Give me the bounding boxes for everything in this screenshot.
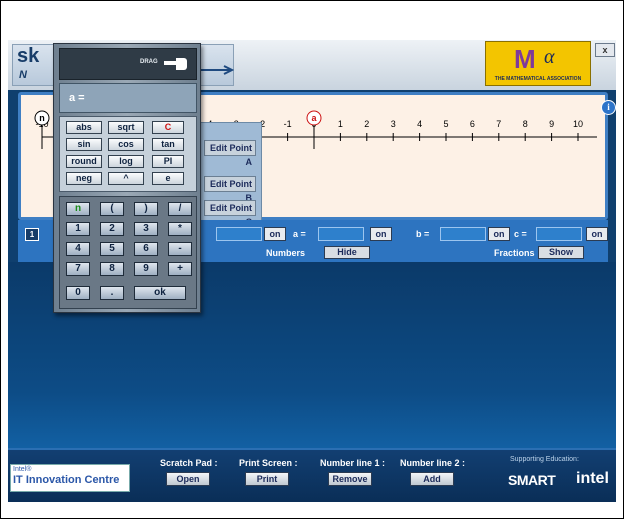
calc-key-4[interactable]: 4 [66,242,90,256]
point-field[interactable] [216,227,262,241]
tick-label: 3 [391,119,396,129]
calc-key-abs[interactable]: abs [66,121,102,134]
smart-logo: SMART [508,472,556,488]
logo-text: sk [17,45,40,67]
calc-key-6[interactable]: 6 [134,242,158,256]
calc-key-e[interactable]: e [152,172,184,185]
on-button-a[interactable]: on [370,227,392,241]
calc-key-close-paren[interactable]: ) [134,202,158,216]
print-button[interactable]: Print [245,472,289,486]
calc-key-2[interactable]: 2 [100,222,124,236]
calc-key-8[interactable]: 8 [100,262,124,276]
calc-key-open-paren[interactable]: ( [100,202,124,216]
calculator-display: a = [59,83,197,113]
calc-key-log[interactable]: log [108,155,144,168]
footer-bar: Intel® IT Innovation Centre Scratch Pad … [8,448,616,502]
number-keypad: n () / 1 2 3 * 4 5 6- 7 8 9 +0. ok [59,196,197,309]
intel-big-text: IT Innovation Centre [13,474,120,486]
calc-key-multiply[interactable]: * [168,222,192,236]
on-button-b[interactable]: on [488,227,510,241]
calc-key-7[interactable]: 7 [66,262,90,276]
tick-label: 9 [549,119,554,129]
add-number-line-button[interactable]: Add [410,472,454,486]
calc-key-[interactable]: ^ [108,172,144,185]
calc-key-cos[interactable]: cos [108,138,144,151]
show-fractions-button[interactable]: Show [538,246,584,259]
tick-label: 8 [523,119,528,129]
mathematical-association-logo: M α THE MATHEMATICAL ASSOCIATION [485,41,591,86]
calc-key-0[interactable]: 0 [66,286,90,300]
calc-key-sqrt[interactable]: sqrt [108,121,144,134]
tick-label: 10 [573,119,583,129]
edit-point-a-button[interactable]: Edit Point A [204,140,256,167]
marker-n-label: n [39,113,45,123]
edit-point-b-button[interactable]: Edit Point B [204,176,256,203]
number-line-1-label: Number line 1 : [320,458,386,468]
ma-caption: THE MATHEMATICAL ASSOCIATION [494,76,582,82]
a-label: a = [293,229,306,239]
scratch-pad-open-button[interactable]: Open [166,472,210,486]
calc-key-3[interactable]: 3 [134,222,158,236]
calc-key-decimal[interactable]: . [100,286,124,300]
close-button[interactable]: x [595,43,615,57]
c-value-field[interactable] [536,227,582,241]
intel-it-innovation-logo: Intel® IT Innovation Centre [10,464,130,492]
calc-key-divide[interactable]: / [168,202,192,216]
calc-key-round[interactable]: round [66,155,102,168]
on-button-c[interactable]: on [586,227,608,241]
tick-label: 4 [417,119,422,129]
calc-key-tan[interactable]: tan [152,138,184,151]
tick-label: 1 [338,119,343,129]
calc-key-5[interactable]: 5 [100,242,124,256]
b-value-field[interactable] [440,227,486,241]
calc-key-sin[interactable]: sin [66,138,102,151]
number-line-2-label: Number line 2 : [400,458,466,468]
calc-key-n[interactable]: n [66,202,90,216]
remove-number-line-button[interactable]: Remove [328,472,372,486]
intel-small-text: Intel® [13,466,32,473]
tick-label: 2 [364,119,369,129]
ma-m-glyph: M [514,44,536,74]
calculator-display-text: a = [69,92,85,104]
calc-key-plus[interactable]: + [168,262,192,276]
calculator-drag-handle[interactable]: DRAG [59,48,197,80]
logo-subtitle: N [19,69,27,81]
print-screen-label: Print Screen : [239,458,298,468]
tick-label: -1 [284,119,292,129]
c-label: c = [514,229,527,239]
b-label: b = [416,229,430,239]
calc-ok-button[interactable]: ok [134,286,186,300]
calc-key-minus[interactable]: - [168,242,192,256]
calc-key-neg[interactable]: neg [66,172,102,185]
tick-label: 6 [470,119,475,129]
pointing-hand-icon [164,58,187,70]
calculator-widget[interactable]: DRAG a = abs sqrt Csin cos tan round log PI neg ^… [53,43,201,313]
edit-point-c-button[interactable]: Edit Point C [204,200,256,227]
ma-alpha-glyph: α [544,46,555,68]
row-number-badge: 1 [25,228,39,241]
calc-key-9[interactable]: 9 [134,262,158,276]
fractions-label: Fractions [494,248,535,258]
tick-label: 5 [443,119,448,129]
calc-key-PI[interactable]: PI [152,155,184,168]
calc-key-1[interactable]: 1 [66,222,90,236]
tick-label: 7 [496,119,501,129]
function-keypad: abs sqrt Csin cos tan round log PI neg ^ e [59,116,197,192]
a-value-field[interactable] [318,227,364,241]
drag-label: DRAG [140,59,158,65]
intel-logo: intel [576,470,609,487]
supporting-education-label: Supporting Education: [510,456,579,463]
numbers-label: Numbers [266,248,306,258]
hide-numbers-button[interactable]: Hide [324,246,370,259]
info-icon[interactable]: i [601,100,616,115]
scratch-pad-label: Scratch Pad : [160,458,218,468]
calc-key-C[interactable]: C [152,121,184,134]
on-button-1[interactable]: on [264,227,286,241]
